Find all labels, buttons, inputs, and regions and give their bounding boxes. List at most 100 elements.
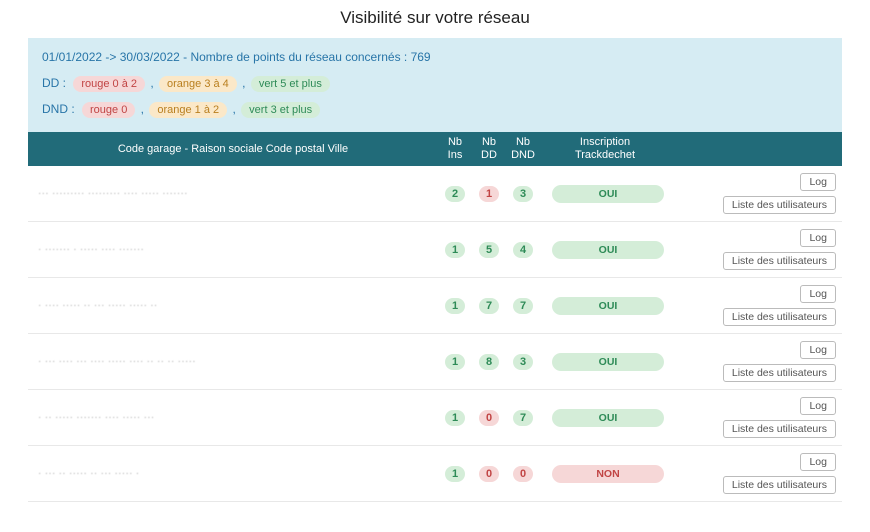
nb-dnd: 3 <box>506 166 540 222</box>
th-ins: NbIns <box>438 132 472 166</box>
pill-dnd: 4 <box>513 242 533 258</box>
users-list-button[interactable]: Liste des utilisateurs <box>723 420 836 438</box>
table-header-row: Code garage - Raison sociale Code postal… <box>28 132 842 166</box>
nb-ins: 1 <box>438 222 472 278</box>
nb-dnd: 0 <box>506 446 540 502</box>
nb-ins: 1 <box>438 278 472 334</box>
inscription-cell: OUI <box>540 390 670 446</box>
dnd-legend-green: vert 3 et plus <box>241 102 320 118</box>
network-table: Code garage - Raison sociale Code postal… <box>28 132 842 502</box>
inscription-cell: OUI <box>540 334 670 390</box>
pill-ins: 1 <box>445 466 465 482</box>
nb-dnd: 7 <box>506 390 540 446</box>
pill-dd: 0 <box>479 410 499 426</box>
sep: , <box>242 76 245 90</box>
garage-name: · ···· ····· ·· ··· ····· ····· ·· <box>28 278 438 334</box>
actions-cell: Log Liste des utilisateurs <box>670 278 842 334</box>
log-button[interactable]: Log <box>800 397 836 415</box>
inscription-pill: OUI <box>552 409 664 427</box>
log-button[interactable]: Log <box>800 173 836 191</box>
inscription-cell: OUI <box>540 166 670 222</box>
log-button[interactable]: Log <box>800 341 836 359</box>
th-dd: NbDD <box>472 132 506 166</box>
nb-ins: 1 <box>438 390 472 446</box>
users-list-button[interactable]: Liste des utilisateurs <box>723 252 836 270</box>
dd-legend-orange: orange 3 à 4 <box>159 76 237 92</box>
log-button[interactable]: Log <box>800 453 836 471</box>
th-name: Code garage - Raison sociale Code postal… <box>28 132 438 166</box>
pill-dnd: 7 <box>513 298 533 314</box>
pill-dd: 8 <box>479 354 499 370</box>
dnd-legend-orange: orange 1 à 2 <box>149 102 227 118</box>
page-title: Visibilité sur votre réseau <box>0 0 870 32</box>
pill-ins: 2 <box>445 186 465 202</box>
sep: , <box>150 76 153 90</box>
dd-legend: DD : rouge 0 à 2 , orange 3 à 4 , vert 5… <box>42 76 828 92</box>
nb-dd: 8 <box>472 334 506 390</box>
period-line: 01/01/2022 -> 30/03/2022 - Nombre de poi… <box>42 50 828 64</box>
info-box: 01/01/2022 -> 30/03/2022 - Nombre de poi… <box>28 38 842 132</box>
garage-name: ··· ········· ········· ···· ····· ·····… <box>28 166 438 222</box>
inscription-pill: OUI <box>552 241 664 259</box>
pill-ins: 1 <box>445 242 465 258</box>
pill-dd: 1 <box>479 186 499 202</box>
dnd-legend-red: rouge 0 <box>82 102 135 118</box>
log-button[interactable]: Log <box>800 285 836 303</box>
table-row: · ···· ····· ·· ··· ····· ····· ··177OUI… <box>28 278 842 334</box>
table-row: · ·· ····· ······· ···· ····· ··· 107 OUI L… <box>28 390 842 446</box>
nb-dnd: 3 <box>506 334 540 390</box>
pill-ins: 1 <box>445 298 465 314</box>
nb-dd: 0 <box>472 446 506 502</box>
nb-ins: 1 <box>438 334 472 390</box>
dd-legend-green: vert 5 et plus <box>251 76 330 92</box>
nb-ins: 2 <box>438 166 472 222</box>
nb-dd: 7 <box>472 278 506 334</box>
pill-dd: 0 <box>479 466 499 482</box>
pill-dnd: 3 <box>513 354 533 370</box>
table-row: · ··· ·· ····· ·· ··· ····· ·100NONLogLi… <box>28 446 842 502</box>
log-button[interactable]: Log <box>800 229 836 247</box>
pill-ins: 1 <box>445 354 465 370</box>
garage-name: · ······· · ····· ···· ······· <box>28 222 438 278</box>
inscription-pill: OUI <box>552 353 664 371</box>
pill-dnd: 3 <box>513 186 533 202</box>
table-row: · ······· · ····· ···· ·······154OUILogL… <box>28 222 842 278</box>
pill-dd: 7 <box>479 298 499 314</box>
dd-legend-red: rouge 0 à 2 <box>73 76 145 92</box>
nb-dnd: 7 <box>506 278 540 334</box>
users-list-button[interactable]: Liste des utilisateurs <box>723 308 836 326</box>
nb-dnd: 4 <box>506 222 540 278</box>
garage-name: · ··· ·· ····· ·· ··· ····· · <box>28 446 438 502</box>
th-dnd: NbDND <box>506 132 540 166</box>
actions-cell: Log Liste des utilisateurs <box>670 446 842 502</box>
actions-cell: Log Liste des utilisateurs <box>670 222 842 278</box>
pill-dnd: 7 <box>513 410 533 426</box>
nb-ins: 1 <box>438 446 472 502</box>
users-list-button[interactable]: Liste des utilisateurs <box>723 364 836 382</box>
th-actions <box>670 132 842 166</box>
th-inscription: InscriptionTrackdechet <box>540 132 670 166</box>
inscription-pill: OUI <box>552 185 664 203</box>
inscription-cell: OUI <box>540 222 670 278</box>
users-list-button[interactable]: Liste des utilisateurs <box>723 196 836 214</box>
actions-cell: Log Liste des utilisateurs <box>670 390 842 446</box>
inscription-cell: OUI <box>540 278 670 334</box>
nb-dd: 5 <box>472 222 506 278</box>
actions-cell: Log Liste des utilisateurs <box>670 166 842 222</box>
table-row: · ··· ···· ··· ···· ····· ···· ·· ·· ·· … <box>28 334 842 390</box>
dnd-label: DND : <box>42 102 75 116</box>
sep: , <box>141 102 144 116</box>
nb-dd: 1 <box>472 166 506 222</box>
inscription-pill: OUI <box>552 297 664 315</box>
sep: , <box>232 102 235 116</box>
table-row: ··· ········· ········· ···· ····· ·····… <box>28 166 842 222</box>
pill-ins: 1 <box>445 410 465 426</box>
pill-dnd: 0 <box>513 466 533 482</box>
dd-label: DD : <box>42 76 66 90</box>
inscription-pill: NON <box>552 465 664 483</box>
users-list-button[interactable]: Liste des utilisateurs <box>723 476 836 494</box>
nb-dd: 0 <box>472 390 506 446</box>
dnd-legend: DND : rouge 0 , orange 1 à 2 , vert 3 et… <box>42 102 828 118</box>
garage-name: · ··· ···· ··· ···· ····· ···· ·· ·· ·· … <box>28 334 438 390</box>
garage-name: · ·· ····· ······· ···· ····· ··· <box>28 390 438 446</box>
